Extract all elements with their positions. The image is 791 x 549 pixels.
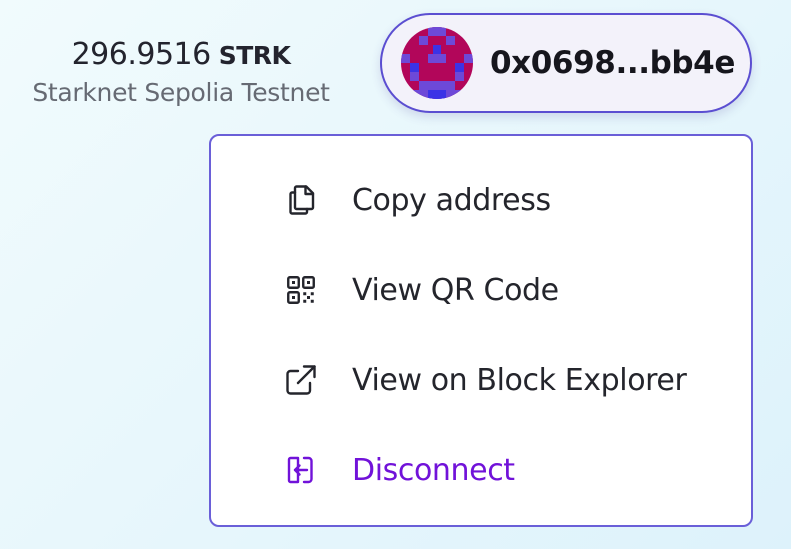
account-menu: Copy address View QR Code View on Block … <box>209 134 753 527</box>
copy-icon <box>281 180 321 220</box>
menu-item-view-block-explorer[interactable]: View on Block Explorer <box>281 355 687 405</box>
balance-symbol: STRK <box>218 41 291 70</box>
external-link-icon <box>281 360 321 400</box>
menu-item-disconnect[interactable]: Disconnect <box>281 445 515 495</box>
account-button[interactable]: 0x0698...bb4e <box>380 13 752 113</box>
account-address: 0x0698...bb4e <box>490 45 735 81</box>
network-name: Starknet Sepolia Testnet <box>32 78 330 107</box>
balance-display: 296.9516 STRK Starknet Sepolia Testnet <box>0 36 362 110</box>
balance-amount: 296.9516 <box>71 37 212 72</box>
menu-item-label: Copy address <box>352 182 551 218</box>
balance-line: 296.9516 STRK <box>0 36 362 75</box>
menu-item-label: View on Block Explorer <box>352 362 687 398</box>
menu-item-view-qr-code[interactable]: View QR Code <box>281 265 559 315</box>
qr-code-icon <box>281 270 321 310</box>
identicon-avatar <box>401 27 473 99</box>
menu-item-copy-address[interactable]: Copy address <box>281 175 551 225</box>
logout-icon <box>281 450 321 490</box>
menu-item-label: Disconnect <box>352 452 515 488</box>
menu-item-label: View QR Code <box>352 272 559 308</box>
